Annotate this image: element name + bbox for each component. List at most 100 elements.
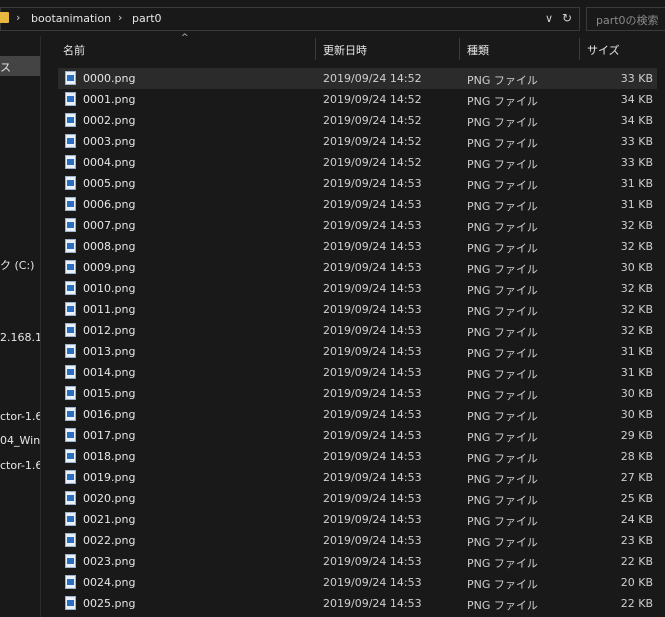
file-size: 30 KB xyxy=(620,261,653,274)
column-divider[interactable] xyxy=(459,38,460,60)
file-date: 2019/09/24 14:53 xyxy=(323,408,422,421)
file-row[interactable]: 0024.png 2019/09/24 14:53 PNG ファイル 20 KB xyxy=(58,572,658,593)
file-size: 28 KB xyxy=(620,450,653,463)
file-date: 2019/09/24 14:53 xyxy=(323,471,422,484)
file-size: 31 KB xyxy=(620,198,653,211)
file-row[interactable]: 0011.png 2019/09/24 14:53 PNG ファイル 32 KB xyxy=(58,299,658,320)
file-row[interactable]: 0001.png 2019/09/24 14:52 PNG ファイル 34 KB xyxy=(58,89,658,110)
file-size: 30 KB xyxy=(620,408,653,421)
png-file-icon xyxy=(65,470,76,484)
file-row[interactable]: 0002.png 2019/09/24 14:52 PNG ファイル 34 KB xyxy=(58,110,658,131)
address-dropdown-icon[interactable]: ∨ xyxy=(545,12,553,25)
search-input[interactable]: part0の検索 xyxy=(586,7,665,31)
refresh-icon[interactable]: ↻ xyxy=(562,11,572,25)
file-row[interactable]: 0016.png 2019/09/24 14:53 PNG ファイル 30 KB xyxy=(58,404,658,425)
file-row[interactable]: 0014.png 2019/09/24 14:53 PNG ファイル 31 KB xyxy=(58,362,658,383)
file-row[interactable]: 0022.png 2019/09/24 14:53 PNG ファイル 23 KB xyxy=(58,530,658,551)
file-size: 30 KB xyxy=(620,387,653,400)
column-divider[interactable] xyxy=(579,38,580,60)
sort-ascending-icon: ^ xyxy=(181,33,189,43)
file-row[interactable]: 0015.png 2019/09/24 14:53 PNG ファイル 30 KB xyxy=(58,383,658,404)
file-row[interactable]: 0006.png 2019/09/24 14:53 PNG ファイル 31 KB xyxy=(58,194,658,215)
file-type: PNG ファイル xyxy=(467,557,538,570)
file-name: 0013.png xyxy=(83,345,136,358)
file-row[interactable]: 0007.png 2019/09/24 14:53 PNG ファイル 32 KB xyxy=(58,215,658,236)
file-name: 0021.png xyxy=(83,513,136,526)
address-bar[interactable]: › bootanimation › part0 ∨ ↻ xyxy=(0,7,580,31)
file-row[interactable]: 0005.png 2019/09/24 14:53 PNG ファイル 31 KB xyxy=(58,173,658,194)
file-row[interactable]: 0019.png 2019/09/24 14:53 PNG ファイル 27 KB xyxy=(58,467,658,488)
nav-item-local-disk[interactable]: ク (C:) xyxy=(0,257,34,273)
png-file-icon xyxy=(65,260,76,274)
file-size: 25 KB xyxy=(620,492,653,505)
file-name: 0015.png xyxy=(83,387,136,400)
png-file-icon xyxy=(65,554,76,568)
file-row[interactable]: 0003.png 2019/09/24 14:52 PNG ファイル 33 KB xyxy=(58,131,658,152)
scrollbar[interactable] xyxy=(657,36,665,617)
file-row[interactable]: 0020.png 2019/09/24 14:53 PNG ファイル 25 KB xyxy=(58,488,658,509)
png-file-icon xyxy=(65,71,76,85)
png-file-icon xyxy=(65,449,76,463)
file-row[interactable]: 0008.png 2019/09/24 14:53 PNG ファイル 32 KB xyxy=(58,236,658,257)
nav-item-folder-1[interactable]: ctor-1.6 xyxy=(0,410,40,423)
file-type: PNG ファイル xyxy=(467,200,538,213)
file-list[interactable]: 0000.png 2019/09/24 14:52 PNG ファイル 33 KB 000… xyxy=(58,68,658,614)
file-name: 0020.png xyxy=(83,492,136,505)
breadcrumb-separator-icon[interactable]: › xyxy=(16,11,20,24)
nav-item-folder-3[interactable]: ctor-1.6 xyxy=(0,459,40,472)
png-file-icon xyxy=(65,386,76,400)
nav-item-network-host[interactable]: 2.168.10 xyxy=(0,331,40,344)
file-size: 33 KB xyxy=(620,72,653,85)
column-header-size[interactable]: サイズ xyxy=(587,42,620,58)
column-header-date[interactable]: 更新日時 xyxy=(323,42,367,58)
nav-item-label: ス xyxy=(0,61,11,74)
nav-item-label: 2.168.10 xyxy=(0,331,40,344)
column-header-type[interactable]: 種類 xyxy=(467,42,489,58)
file-row[interactable]: 0023.png 2019/09/24 14:53 PNG ファイル 22 KB xyxy=(58,551,658,572)
file-size: 22 KB xyxy=(620,555,653,568)
file-date: 2019/09/24 14:53 xyxy=(323,303,422,316)
nav-item-quick-access[interactable]: ス xyxy=(0,56,40,76)
file-type: PNG ファイル xyxy=(467,158,538,171)
file-row[interactable]: 0025.png 2019/09/24 14:53 PNG ファイル 22 KB xyxy=(58,593,658,614)
navigation-pane[interactable]: ス ク (C:) 2.168.10 ctor-1.6 04_Win ctor-1… xyxy=(0,36,41,617)
file-row[interactable]: 0004.png 2019/09/24 14:52 PNG ファイル 33 KB xyxy=(58,152,658,173)
breadcrumb-part0[interactable]: part0 xyxy=(132,12,162,25)
png-file-icon xyxy=(65,344,76,358)
file-row[interactable]: 0018.png 2019/09/24 14:53 PNG ファイル 28 KB xyxy=(58,446,658,467)
nav-item-folder-2[interactable]: 04_Win xyxy=(0,434,40,447)
file-row[interactable]: 0000.png 2019/09/24 14:52 PNG ファイル 33 KB xyxy=(58,68,658,89)
file-row[interactable]: 0021.png 2019/09/24 14:53 PNG ファイル 24 KB xyxy=(58,509,658,530)
file-type: PNG ファイル xyxy=(467,242,538,255)
file-row[interactable]: 0012.png 2019/09/24 14:53 PNG ファイル 32 KB xyxy=(58,320,658,341)
file-type: PNG ファイル xyxy=(467,305,538,318)
file-type: PNG ファイル xyxy=(467,221,538,234)
file-size: 32 KB xyxy=(620,219,653,232)
file-row[interactable]: 0017.png 2019/09/24 14:53 PNG ファイル 29 KB xyxy=(58,425,658,446)
png-file-icon xyxy=(65,596,76,610)
file-size: 27 KB xyxy=(620,471,653,484)
breadcrumb-separator-icon[interactable]: › xyxy=(118,11,122,24)
png-file-icon xyxy=(65,281,76,295)
file-name: 0016.png xyxy=(83,408,136,421)
file-row[interactable]: 0009.png 2019/09/24 14:53 PNG ファイル 30 KB xyxy=(58,257,658,278)
png-file-icon xyxy=(65,575,76,589)
file-size: 33 KB xyxy=(620,135,653,148)
breadcrumb-bootanimation[interactable]: bootanimation xyxy=(31,12,111,25)
file-row[interactable]: 0010.png 2019/09/24 14:53 PNG ファイル 32 KB xyxy=(58,278,658,299)
column-header-row: ^ 名前 更新日時 種類 サイズ xyxy=(58,33,665,62)
png-file-icon xyxy=(65,407,76,421)
file-row[interactable]: 0013.png 2019/09/24 14:53 PNG ファイル 31 KB xyxy=(58,341,658,362)
file-name: 0002.png xyxy=(83,114,136,127)
file-type: PNG ファイル xyxy=(467,179,538,192)
file-date: 2019/09/24 14:53 xyxy=(323,555,422,568)
file-name: 0009.png xyxy=(83,261,136,274)
png-file-icon xyxy=(65,533,76,547)
png-file-icon xyxy=(65,302,76,316)
column-header-name[interactable]: 名前 xyxy=(63,42,85,58)
file-type: PNG ファイル xyxy=(467,116,538,129)
column-divider[interactable] xyxy=(315,38,316,60)
file-date: 2019/09/24 14:52 xyxy=(323,114,422,127)
file-type: PNG ファイル xyxy=(467,74,538,87)
file-date: 2019/09/24 14:53 xyxy=(323,177,422,190)
